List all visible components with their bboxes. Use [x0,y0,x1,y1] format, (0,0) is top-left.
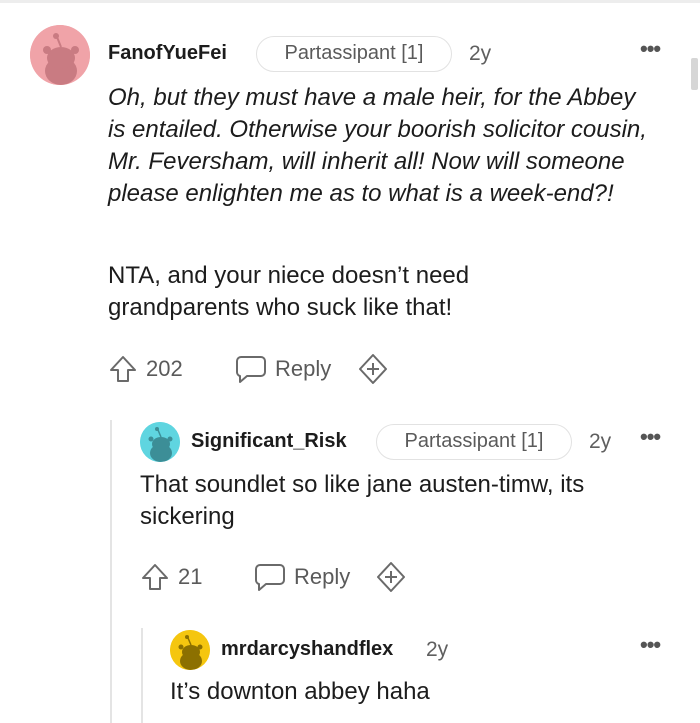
avatar-fanofyuefei[interactable] [30,25,90,85]
more-options-icon[interactable]: ••• [640,38,661,60]
user-flair: Partassipant [1] [256,36,452,72]
award-plus-icon [359,354,387,384]
comment-age: 2y [469,42,492,65]
top-divider [0,0,700,3]
more-options-icon[interactable]: ••• [640,426,661,448]
thread-line[interactable] [141,628,143,723]
comment-age: 2y [426,638,449,661]
upvote-button[interactable]: 202 [108,352,183,386]
reply-label: Reply [275,356,332,381]
upvote-arrow-icon [142,564,168,590]
avatar-mrdarcyshandflex[interactable] [170,630,210,670]
snoo-avatar-icon [140,422,180,462]
comment-body: NTA, and your niece doesn’t need grandpa… [108,262,470,321]
reply-button[interactable]: Reply [235,352,331,386]
snoo-avatar-icon [170,630,210,670]
snoo-avatar-icon [30,25,90,85]
scrollbar-thumb[interactable] [691,58,698,90]
more-options-icon[interactable]: ••• [640,634,661,656]
avatar-significant-risk[interactable] [140,422,180,462]
award-plus-icon [377,562,405,592]
reply-button[interactable]: Reply [254,560,350,594]
comment-username[interactable]: FanofYueFei [108,42,227,65]
comment-body: It’s downton abbey haha [170,678,430,705]
comment-username[interactable]: Significant_Risk [191,430,347,453]
award-button[interactable] [357,352,389,386]
comment-body-quote: Oh, but they must have a male heir, for … [108,84,647,207]
user-flair: Partassipant [1] [376,424,572,460]
comment-age: 2y [589,430,612,453]
upvote-arrow-icon [110,356,136,382]
comment-username[interactable]: mrdarcyshandflex [221,638,393,661]
comment-body: That soundlet so like jane austen-timw, … [140,471,585,530]
reply-bubble-icon [236,356,266,383]
upvote-button[interactable]: 21 [140,560,202,594]
thread-line[interactable] [110,420,112,723]
upvote-count: 21 [178,564,203,589]
upvote-count: 202 [146,356,183,381]
reply-label: Reply [294,564,351,589]
award-button[interactable] [375,560,407,594]
reply-bubble-icon [255,564,285,591]
